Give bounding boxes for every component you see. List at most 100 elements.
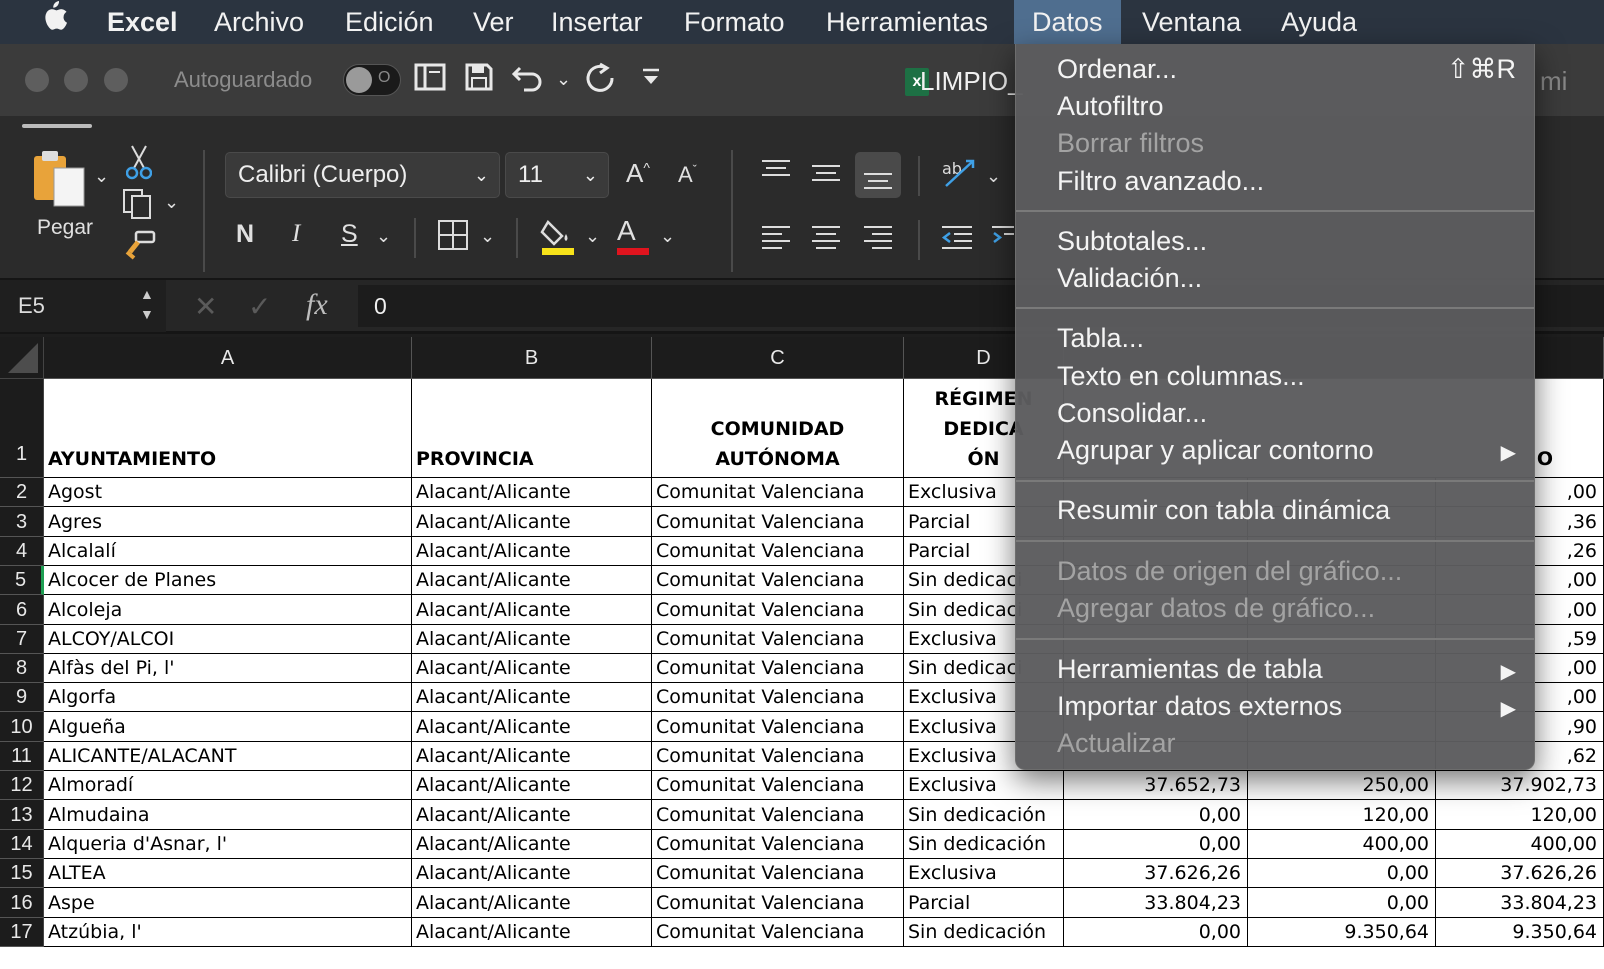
- cell-comunidad[interactable]: Comunitat Valenciana: [652, 507, 904, 537]
- menu-item-agrupar[interactable]: Agrupar y aplicar contorno: [1057, 435, 1374, 466]
- cell-importe-total[interactable]: 120,00: [1436, 800, 1604, 830]
- cell-importe-2[interactable]: 120,00: [1248, 800, 1436, 830]
- menu-edicion[interactable]: Edición: [345, 0, 434, 44]
- undo-dropdown-icon[interactable]: ⌄: [556, 62, 571, 96]
- cell-importe-1[interactable]: 0,00: [1064, 918, 1248, 947]
- cell-importe-total[interactable]: 37.626,26: [1436, 859, 1604, 888]
- cell-comunidad[interactable]: Comunitat Valenciana: [652, 888, 904, 918]
- cell-provincia[interactable]: Alacant/Alicante: [412, 712, 652, 742]
- cell-ayuntamiento[interactable]: Alfàs del Pi, l': [44, 654, 412, 683]
- align-top-icon[interactable]: [762, 158, 790, 187]
- menu-item-importar-datos[interactable]: Importar datos externos: [1057, 691, 1342, 722]
- column-header-c[interactable]: C: [652, 337, 904, 379]
- apple-menu-icon[interactable]: [40, 0, 68, 44]
- name-box[interactable]: E5 ▲ ▼: [0, 280, 166, 332]
- cell-importe-2[interactable]: 9.350,64: [1248, 918, 1436, 947]
- menu-item-autofiltro[interactable]: Autofiltro: [1057, 91, 1164, 122]
- cell-ayuntamiento[interactable]: Alcocer de Planes: [44, 566, 412, 595]
- cell-comunidad[interactable]: Comunitat Valenciana: [652, 742, 904, 771]
- cell-provincia[interactable]: Alacant/Alicante: [412, 595, 652, 625]
- cell-ayuntamiento[interactable]: Alcoleja: [44, 595, 412, 625]
- row-header-5[interactable]: 5: [0, 566, 44, 595]
- menu-item-resumir-tabla-dinamica[interactable]: Resumir con tabla dinámica: [1057, 495, 1390, 526]
- close-window-button[interactable]: [25, 68, 49, 92]
- cut-icon[interactable]: [125, 144, 153, 185]
- cell-importe-total[interactable]: 37.902,73: [1436, 771, 1604, 800]
- cell-provincia[interactable]: Alacant/Alicante: [412, 654, 652, 683]
- borders-dropdown-icon[interactable]: ⌄: [480, 226, 495, 247]
- align-center-icon[interactable]: [812, 224, 840, 255]
- underline-dropdown-icon[interactable]: ⌄: [376, 226, 391, 247]
- cell-provincia[interactable]: Alacant/Alicante: [412, 771, 652, 800]
- row-header-3[interactable]: 3: [0, 507, 44, 537]
- cell-importe-total[interactable]: 33.804,23: [1436, 888, 1604, 918]
- undo-icon[interactable]: [511, 62, 546, 100]
- cell-ayuntamiento[interactable]: Algueña: [44, 712, 412, 742]
- cell-importe-total[interactable]: 400,00: [1436, 830, 1604, 859]
- cell-provincia[interactable]: Alacant/Alicante: [412, 683, 652, 712]
- font-color-dropdown-icon[interactable]: ⌄: [660, 226, 675, 247]
- grow-font-button[interactable]: A^: [626, 158, 650, 189]
- row-header-2[interactable]: 2: [0, 478, 44, 507]
- menu-herramientas[interactable]: Herramientas: [826, 0, 988, 44]
- align-middle-icon[interactable]: [812, 162, 840, 191]
- cell-provincia[interactable]: Alacant/Alicante: [412, 566, 652, 595]
- decrease-indent-icon[interactable]: [941, 224, 972, 255]
- cell-provincia[interactable]: Alacant/Alicante: [412, 537, 652, 566]
- cell-ayuntamiento[interactable]: Atzúbia, l': [44, 918, 412, 947]
- cell-comunidad[interactable]: Comunitat Valenciana: [652, 683, 904, 712]
- row-header-13[interactable]: 13: [0, 800, 44, 830]
- row-header-12[interactable]: 12: [0, 771, 44, 800]
- row-header-17[interactable]: 17: [0, 918, 44, 947]
- cell-comunidad[interactable]: Comunitat Valenciana: [652, 625, 904, 654]
- cell-comunidad[interactable]: Comunitat Valenciana: [652, 800, 904, 830]
- text-orientation-icon[interactable]: ab: [940, 156, 976, 195]
- menu-item-texto-en-columnas[interactable]: Texto en columnas...: [1057, 361, 1305, 392]
- save-icon[interactable]: [464, 62, 494, 100]
- cell-ayuntamiento[interactable]: Alqueria d'Asnar, l': [44, 830, 412, 859]
- align-right-icon[interactable]: [864, 224, 892, 255]
- row-header-11[interactable]: 11: [0, 742, 44, 771]
- cell-importe-1[interactable]: 37.626,26: [1064, 859, 1248, 888]
- column-header-b[interactable]: B: [412, 337, 652, 379]
- menu-item-validacion[interactable]: Validación...: [1057, 263, 1202, 294]
- cell-ayuntamiento[interactable]: Almoradí: [44, 771, 412, 800]
- header-cell-comunidad[interactable]: COMUNIDAD AUTÓNOMA: [652, 379, 904, 478]
- autosave-toggle[interactable]: O: [343, 64, 401, 96]
- menu-ayuda[interactable]: Ayuda: [1281, 0, 1357, 44]
- row-header-4[interactable]: 4: [0, 537, 44, 566]
- cell-comunidad[interactable]: Comunitat Valenciana: [652, 830, 904, 859]
- menu-ver[interactable]: Ver: [473, 0, 514, 44]
- cell-comunidad[interactable]: Comunitat Valenciana: [652, 566, 904, 595]
- cell-importe-2[interactable]: 250,00: [1248, 771, 1436, 800]
- paste-dropdown-icon[interactable]: ⌄: [94, 166, 109, 187]
- cell-provincia[interactable]: Alacant/Alicante: [412, 830, 652, 859]
- cell-comunidad[interactable]: Comunitat Valenciana: [652, 771, 904, 800]
- redo-icon[interactable]: [584, 62, 616, 102]
- row-header-15[interactable]: 15: [0, 859, 44, 888]
- underline-button[interactable]: S: [341, 220, 358, 249]
- bold-button[interactable]: N: [236, 220, 254, 249]
- cell-comunidad[interactable]: Comunitat Valenciana: [652, 654, 904, 683]
- cell-ayuntamiento[interactable]: ALICANTE/ALACANT: [44, 742, 412, 771]
- row-header-10[interactable]: 10: [0, 712, 44, 742]
- font-size-dropdown[interactable]: 11 ⌄: [505, 152, 609, 198]
- menu-item-filtro-avanzado[interactable]: Filtro avanzado...: [1057, 166, 1264, 197]
- cell-ayuntamiento[interactable]: Alcalalí: [44, 537, 412, 566]
- row-header-8[interactable]: 8: [0, 654, 44, 683]
- italic-button[interactable]: I: [292, 220, 300, 248]
- cell-provincia[interactable]: Alacant/Alicante: [412, 742, 652, 771]
- cell-importe-1[interactable]: 33.804,23: [1064, 888, 1248, 918]
- cell-provincia[interactable]: Alacant/Alicante: [412, 507, 652, 537]
- menu-app-excel[interactable]: Excel: [107, 0, 178, 44]
- cell-importe-1[interactable]: 37.652,73: [1064, 771, 1248, 800]
- cell-importe-total[interactable]: 9.350,64: [1436, 918, 1604, 947]
- header-cell-provincia[interactable]: PROVINCIA: [412, 379, 652, 478]
- increase-indent-icon[interactable]: [992, 224, 1014, 255]
- cell-ayuntamiento[interactable]: Agres: [44, 507, 412, 537]
- cell-importe-2[interactable]: 0,00: [1248, 888, 1436, 918]
- menu-item-tabla[interactable]: Tabla...: [1057, 323, 1144, 354]
- select-all-button[interactable]: [0, 337, 44, 379]
- menu-ventana[interactable]: Ventana: [1142, 0, 1241, 44]
- row-header-7[interactable]: 7: [0, 625, 44, 654]
